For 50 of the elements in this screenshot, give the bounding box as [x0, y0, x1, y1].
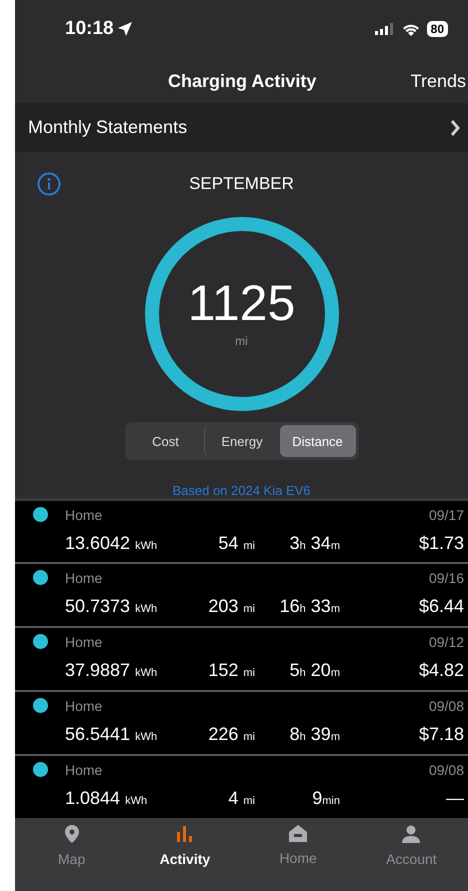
- session-date: 09/12: [428, 634, 464, 650]
- session-cost: $6.44: [418, 596, 464, 617]
- screen-title: Charging Activity: [168, 70, 316, 92]
- session-date: 09/17: [428, 506, 464, 523]
- session-location: Home: [65, 762, 104, 778]
- distance-total: 1125: [186, 274, 296, 332]
- session-date: 09/08: [428, 698, 464, 714]
- session-cost: $1.73: [418, 532, 464, 554]
- status-time: 10:18: [65, 18, 132, 40]
- session-duration: 16h 33m: [280, 596, 340, 617]
- session-distance: 54 mi: [218, 532, 255, 554]
- session-cost: $7.18: [418, 724, 464, 745]
- month-label: SEPTEMBER: [189, 174, 294, 194]
- session-location: Home: [65, 506, 104, 523]
- session-cost: $4.82: [418, 660, 464, 681]
- bar-chart-icon: [176, 825, 193, 844]
- session-location: Home: [65, 698, 104, 714]
- session-energy: 56.5441 kWh: [65, 724, 158, 745]
- session-location: Home: [65, 634, 104, 650]
- signal-icon: [374, 23, 395, 36]
- session-energy: 37.9887 kWh: [65, 660, 158, 681]
- house-plug-icon: [289, 825, 308, 842]
- session-duration: 8h 39m: [290, 724, 340, 745]
- session-duration: 3h 34m: [290, 532, 340, 554]
- map-pin-icon: [64, 825, 79, 844]
- tab-bar-item[interactable]: Activity: [128, 824, 242, 891]
- session-distance: 203 mi: [208, 596, 255, 617]
- wifi-icon: [402, 22, 420, 36]
- session-distance: 226 mi: [208, 724, 255, 745]
- chevron-right-icon: [450, 120, 460, 136]
- session-location: Home: [65, 570, 104, 586]
- session-distance: 4 mi: [228, 788, 255, 809]
- battery-level: 80: [426, 21, 448, 38]
- session-date: 09/16: [428, 570, 464, 586]
- session-cost: —: [446, 788, 464, 809]
- session-duration: 9min: [312, 788, 340, 809]
- session-energy: 1.0844 kWh: [65, 788, 148, 809]
- trends-link[interactable]: Trends: [410, 70, 468, 92]
- location-arrow-icon: [118, 22, 132, 36]
- segment-tab[interactable]: Cost: [128, 425, 204, 458]
- session-energy: 13.6042 kWh: [65, 532, 158, 554]
- info-icon[interactable]: [37, 172, 61, 196]
- person-icon: [402, 825, 420, 844]
- distance-unit: mi: [234, 334, 249, 348]
- session-duration: 5h 20m: [290, 660, 340, 681]
- session-distance: 152 mi: [208, 660, 255, 681]
- segment-tab[interactable]: Distance: [280, 425, 356, 458]
- monthly-statements-row[interactable]: Monthly Statements: [15, 103, 468, 152]
- session-date: 09/08: [428, 762, 464, 778]
- session-energy: 50.7373 kWh: [65, 596, 158, 617]
